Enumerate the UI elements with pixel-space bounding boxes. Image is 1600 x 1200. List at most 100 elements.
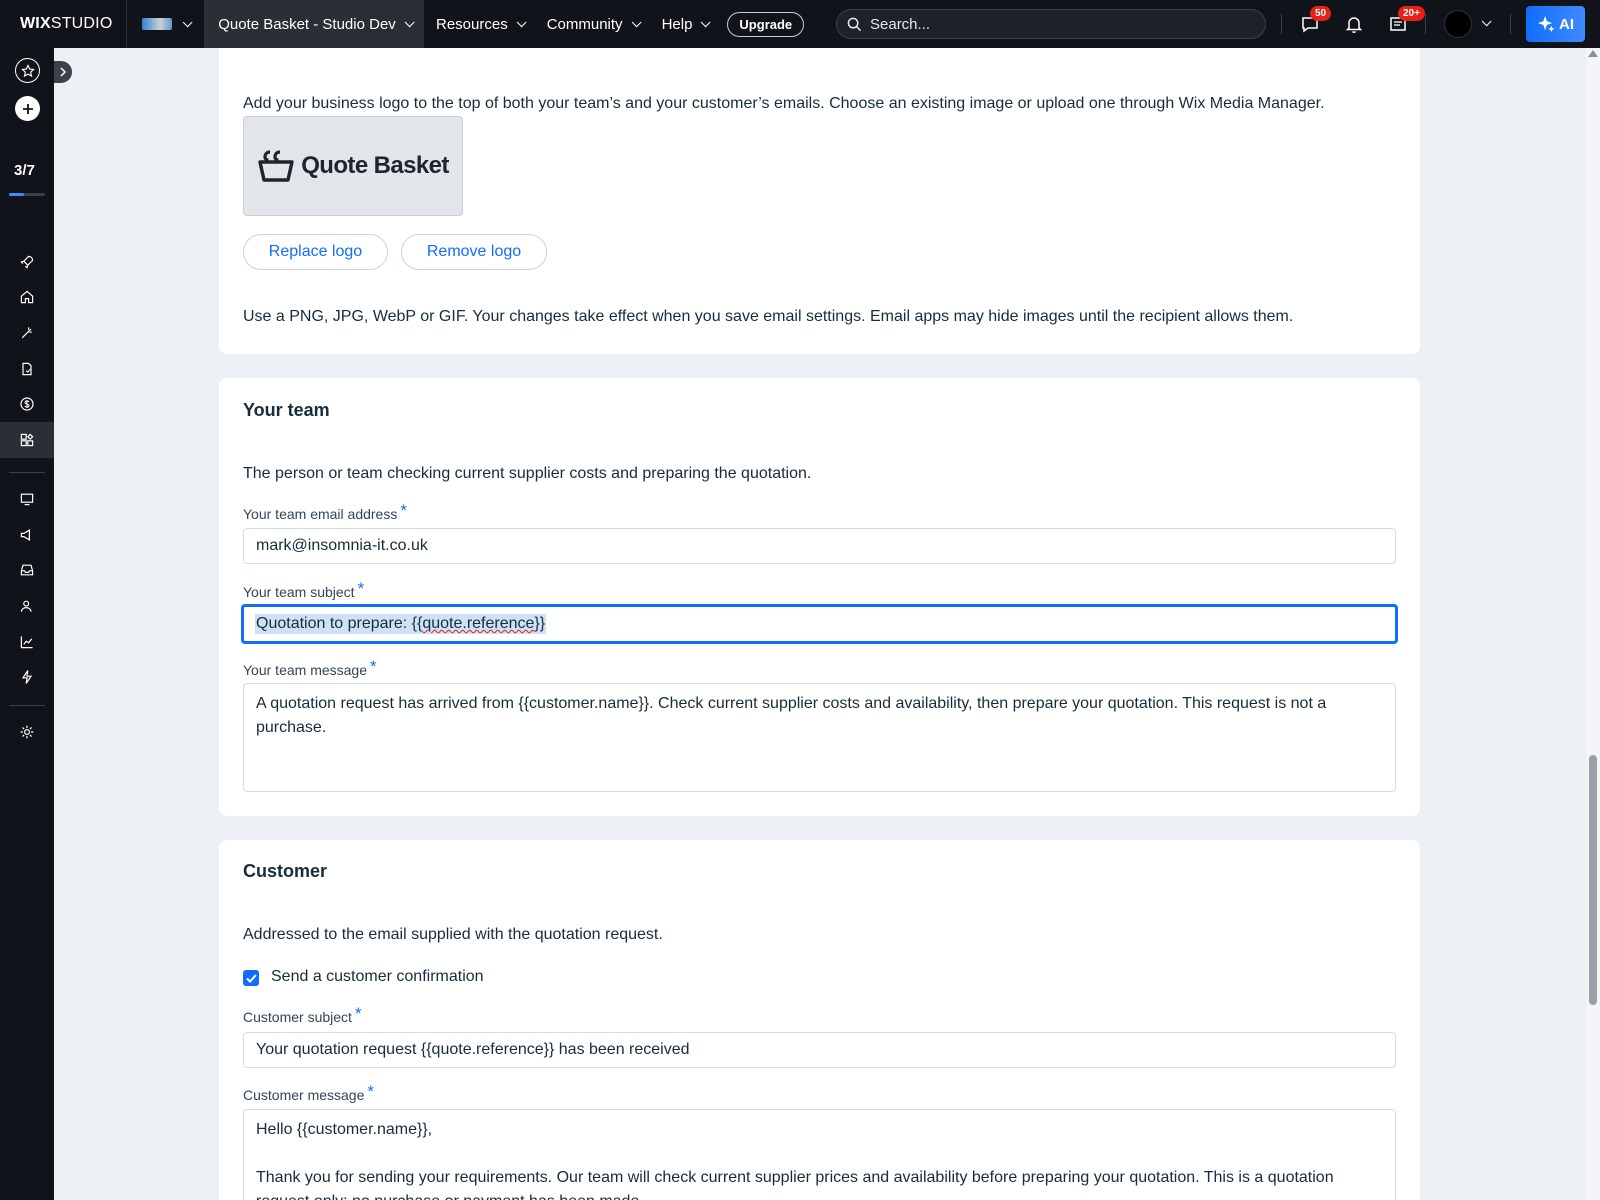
- divider: [9, 705, 45, 706]
- customer-subject-label: Customer subject *: [243, 1004, 362, 1027]
- top-bar: WIX STUDIO Quote Basket - Studio Dev Reso…: [0, 0, 1600, 48]
- label-text: Customer message: [243, 1087, 365, 1103]
- left-rail: 3/7: [0, 48, 54, 1200]
- divider: [1510, 14, 1511, 34]
- project-name: Quote Basket - Studio Dev: [218, 15, 396, 33]
- team-card: Your team The person or team checking cu…: [219, 378, 1420, 816]
- required-asterisk: *: [370, 657, 377, 676]
- team-email-label: Your team email address *: [243, 501, 407, 524]
- logo-wordmark: Quote Basket: [301, 152, 449, 179]
- site-switcher[interactable]: [127, 0, 205, 48]
- customer-message-field[interactable]: Hello {{customer.name}}, Thank you for s…: [243, 1109, 1396, 1200]
- rail-item-settings[interactable]: [0, 714, 54, 750]
- messages-button[interactable]: 50: [1298, 6, 1332, 36]
- rail-item-design[interactable]: [0, 315, 54, 351]
- menu-community[interactable]: Community: [535, 0, 650, 48]
- rail-item-pages[interactable]: [0, 351, 54, 387]
- rail-item-automations[interactable]: [0, 659, 54, 695]
- upgrade-button[interactable]: Upgrade: [727, 11, 805, 37]
- rail-item-payments[interactable]: [0, 386, 54, 422]
- subject-prefix: Quotation to prepare: {{: [256, 615, 423, 632]
- replace-logo-button[interactable]: Replace logo: [243, 234, 388, 270]
- label-text: Customer subject: [243, 1009, 352, 1025]
- search-icon: [847, 17, 862, 31]
- required-asterisk: *: [367, 1082, 375, 1101]
- scrollbar-thumb[interactable]: [1589, 755, 1597, 1005]
- chevron-down-icon: [404, 16, 415, 27]
- rail-item-getting-started[interactable]: [0, 244, 54, 280]
- label-text: Your team subject: [243, 584, 355, 600]
- project-switcher[interactable]: Quote Basket - Studio Dev: [205, 0, 424, 48]
- setup-progress-bar: [9, 193, 45, 196]
- apps-icon: [20, 433, 34, 447]
- setup-step-counter[interactable]: 3/7: [14, 162, 35, 179]
- team-subject-field[interactable]: Quotation to prepare: {{quote.reference}…: [241, 604, 1398, 644]
- logo-format-note: Use a PNG, JPG, WebP or GIF. Your change…: [243, 308, 1294, 325]
- page-scrollbar[interactable]: [1586, 48, 1600, 1200]
- setup-progress-fill: [9, 193, 25, 196]
- subject-spellcheck: quote.reference: [422, 615, 535, 632]
- magic-wand-icon: [21, 327, 32, 339]
- divider: [1425, 14, 1426, 34]
- star-icon: [20, 63, 35, 77]
- required-asterisk: *: [357, 579, 365, 598]
- required-asterisk: *: [400, 501, 407, 520]
- bell-icon: [1345, 17, 1363, 34]
- avatar[interactable]: [1444, 10, 1472, 38]
- rail-item-analytics[interactable]: [0, 624, 54, 660]
- checkmark-icon: [245, 973, 257, 983]
- logo-preview: Quote Basket: [243, 116, 463, 216]
- chevron-down-icon[interactable]: [1481, 16, 1492, 27]
- contacts-icon: [20, 600, 32, 612]
- team-title: Your team: [243, 400, 330, 420]
- label-text: Your team message: [243, 662, 367, 678]
- ai-button[interactable]: AI: [1526, 6, 1585, 42]
- sparkle-icon: [1537, 15, 1555, 33]
- customer-confirmation-label[interactable]: Send a customer confirmation: [271, 968, 484, 986]
- menu-help[interactable]: Help: [650, 0, 720, 48]
- customer-message-value: Hello {{customer.name}}, Thank you for s…: [256, 1121, 1334, 1200]
- team-email-field[interactable]: mark@insomnia-it.co.uk: [243, 528, 1396, 564]
- team-message-field[interactable]: A quotation request has arrived from {{c…: [243, 683, 1396, 792]
- notifications-button[interactable]: [1342, 12, 1366, 36]
- logo-rest: STUDIO: [50, 15, 113, 32]
- menu-label: Resources: [436, 15, 508, 33]
- scroll-up-arrow-icon[interactable]: [1588, 50, 1598, 57]
- customer-subject-value: Your quotation request {{quote.reference…: [256, 1041, 690, 1058]
- customer-confirmation-checkbox[interactable]: [243, 970, 259, 986]
- rail-item-contacts[interactable]: [0, 588, 54, 624]
- divider: [1281, 14, 1282, 34]
- rail-item-marketing[interactable]: [0, 517, 54, 553]
- customer-subject-field[interactable]: Your quotation request {{quote.reference…: [243, 1032, 1396, 1068]
- customer-card: Customer Addressed to the email supplied…: [219, 840, 1420, 1200]
- remove-logo-button[interactable]: Remove logo: [401, 234, 547, 270]
- logo-description: Add your business logo to the top of bot…: [243, 95, 1325, 112]
- messages-badge: 50: [1310, 6, 1332, 21]
- search-input[interactable]: Search...: [836, 9, 1266, 39]
- lightning-icon: [21, 670, 33, 684]
- add-button[interactable]: [15, 96, 40, 121]
- team-message-label: Your team message *: [243, 657, 377, 680]
- inbox-button[interactable]: 20+: [1386, 6, 1425, 36]
- wix-studio-logo[interactable]: WIX STUDIO: [0, 0, 127, 48]
- basket-quote-icon: [258, 150, 294, 182]
- menu-resources[interactable]: Resources: [424, 0, 535, 48]
- menu-label: Help: [661, 15, 693, 33]
- team-email-value: mark@insomnia-it.co.uk: [256, 537, 428, 554]
- label-text: Your team email address: [243, 506, 398, 522]
- favorites-button[interactable]: [15, 58, 40, 83]
- chart-line-icon: [20, 636, 33, 649]
- customer-description: Addressed to the email supplied with the…: [243, 926, 663, 943]
- rail-item-apps[interactable]: [0, 422, 54, 458]
- rail-item-inbox[interactable]: [0, 552, 54, 588]
- rail-item-home[interactable]: [0, 279, 54, 315]
- expand-sidebar-button[interactable]: [54, 61, 72, 83]
- team-subject-label: Your team subject *: [243, 579, 365, 602]
- rail-item-site-settings[interactable]: [0, 481, 54, 517]
- chevron-down-icon: [516, 16, 527, 27]
- chevron-down-icon: [701, 16, 711, 27]
- customer-title: Customer: [243, 861, 328, 881]
- document-icon: [22, 362, 32, 376]
- logo-card: Add your business logo to the top of bot…: [219, 30, 1420, 354]
- home-icon: [20, 290, 34, 304]
